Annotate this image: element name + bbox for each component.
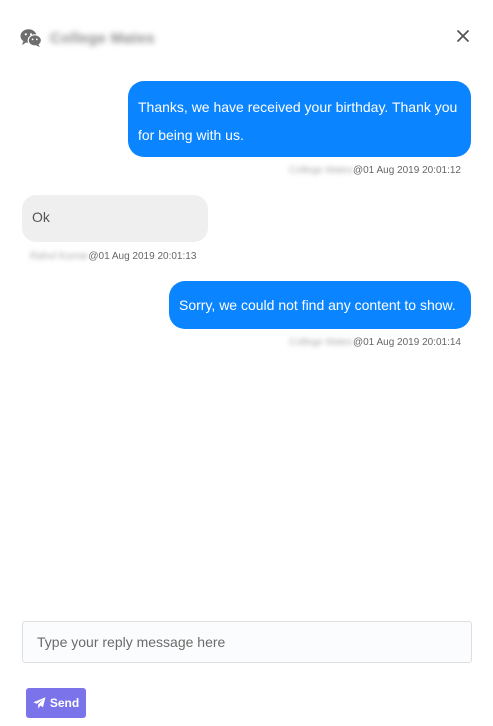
message-timestamp: @01 Aug 2019 20:01:12 bbox=[352, 165, 461, 176]
message-timestamp: @01 Aug 2019 20:01:14 bbox=[352, 337, 461, 348]
message-text-line-1: Thanks, we have received your birthday. … bbox=[138, 99, 458, 115]
outgoing-message: Sorry, we could not find any content to … bbox=[169, 281, 471, 329]
incoming-message: Ok bbox=[22, 195, 208, 242]
send-button[interactable]: Send bbox=[26, 688, 86, 718]
close-icon[interactable] bbox=[455, 28, 471, 44]
message-timestamp: @01 Aug 2019 20:01:13 bbox=[88, 251, 197, 262]
send-label: Send bbox=[49, 696, 80, 710]
chat-header: College Mates bbox=[20, 24, 473, 52]
message-sender: Rahul Kumar bbox=[30, 251, 89, 262]
chat-title: College Mates bbox=[50, 29, 155, 47]
message-meta: College Mates@01 Aug 2019 20:01:12 bbox=[289, 165, 461, 176]
chat-panel: College Mates Thanks, we have received y… bbox=[0, 0, 493, 726]
paper-plane-icon bbox=[33, 697, 46, 709]
message-text-line-2: for being with us. bbox=[138, 127, 244, 143]
outgoing-message: Thanks, we have received your birthday. … bbox=[128, 81, 471, 157]
message-sender: College Mates bbox=[289, 165, 353, 176]
message-text: Ok bbox=[32, 209, 50, 225]
message-sender: College Mates bbox=[289, 337, 353, 348]
reply-input[interactable] bbox=[22, 621, 472, 663]
message-meta: Rahul Kumar@01 Aug 2019 20:01:13 bbox=[30, 251, 196, 262]
message-meta: College Mates@01 Aug 2019 20:01:14 bbox=[289, 337, 461, 348]
wechat-icon bbox=[20, 28, 43, 48]
message-text: Sorry, we could not find any content to … bbox=[179, 297, 456, 313]
